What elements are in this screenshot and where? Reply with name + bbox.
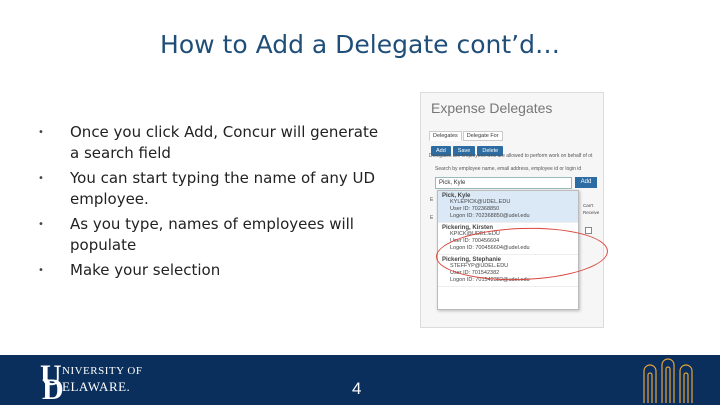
logo-letter: D xyxy=(42,373,64,406)
decorative-pattern-icon xyxy=(643,358,693,403)
logo-line: ELAWARE. xyxy=(62,379,131,394)
bullet-text: You can start typing the name of any UD … xyxy=(70,169,376,208)
slide-title: How to Add a Delegate cont’d… xyxy=(160,30,560,59)
logo-line: NIVERSITY OF xyxy=(62,365,143,377)
screenshot-tabs: Delegates Delegate For xyxy=(429,124,504,141)
bullet-dot-icon: • xyxy=(38,173,44,184)
screenshot-title: Expense Delegates xyxy=(431,100,553,116)
bullet-item: • Once you click Add, Concur will generat… xyxy=(38,122,388,164)
search-hint: Search by employee name, email address, … xyxy=(435,166,582,172)
page-number: 4 xyxy=(352,379,362,398)
concur-screenshot: Expense Delegates Delegates Delegate For … xyxy=(420,92,604,328)
bullet-item: • You can start typing the name of any UD… xyxy=(38,168,388,210)
bullet-text: Make your selection xyxy=(70,261,221,279)
search-add-button[interactable]: Add xyxy=(575,177,597,188)
row-letter: E xyxy=(430,197,434,203)
bullet-list: • Once you click Add, Concur will generat… xyxy=(38,122,388,285)
delegates-hint: Delegates are employees who are allowed … xyxy=(429,153,593,159)
bullet-item: • Make your selection xyxy=(38,260,388,281)
column-header: Can't Receive xyxy=(583,203,599,217)
employee-search-input[interactable]: Pick, Kyle xyxy=(435,177,572,189)
result-user-id: User ID: 702368850 xyxy=(450,206,500,212)
column-header-label: Receive xyxy=(583,210,600,215)
result-email: KYLEPICK@UDEL.EDU xyxy=(450,199,511,205)
bullet-text: As you type, names of employees will pop… xyxy=(70,215,354,254)
slide-footer: U NIVERSITY OF D ELAWARE. 4 xyxy=(0,355,720,406)
column-header-label: Can't xyxy=(583,203,594,208)
search-result-item[interactable]: Pick, Kyle KYLEPICK@UDEL.EDU User ID: 70… xyxy=(438,191,578,223)
checkbox[interactable] xyxy=(585,227,592,234)
bullet-dot-icon: • xyxy=(38,127,44,138)
bullet-dot-icon: • xyxy=(38,265,44,276)
bullet-text: Once you click Add, Concur will generate… xyxy=(70,123,379,162)
result-logon-id: Logon ID: 702368850@udel.edu xyxy=(450,213,530,219)
bullet-dot-icon: • xyxy=(38,219,44,230)
bullet-item: • As you type, names of employees will po… xyxy=(38,214,388,256)
row-letter: E xyxy=(430,215,434,221)
